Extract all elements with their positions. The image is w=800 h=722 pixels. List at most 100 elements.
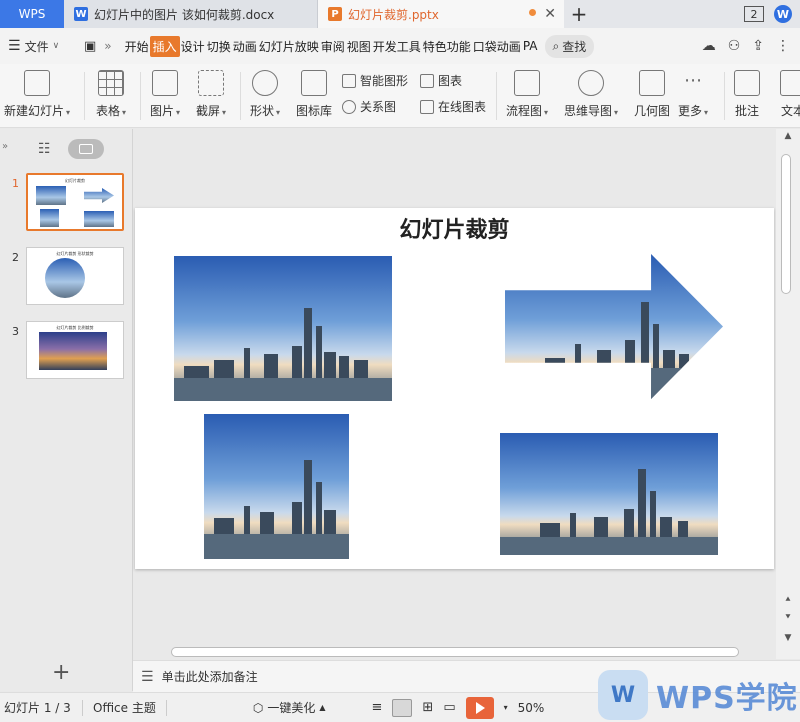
slide-thumbnail-1[interactable]: 1 幻灯片裁剪 bbox=[0, 173, 133, 233]
menu-pa[interactable]: PA bbox=[522, 39, 539, 53]
picture-button[interactable]: 图片 ▾ bbox=[150, 70, 180, 119]
beautify-icon: ⬡ bbox=[252, 700, 264, 715]
more-options-icon[interactable]: ⋮ bbox=[776, 38, 790, 54]
flowchart-icon bbox=[514, 70, 541, 96]
menu-view[interactable]: 视图 bbox=[346, 38, 372, 55]
menu-developer[interactable]: 开发工具 bbox=[372, 38, 422, 55]
vertical-scrollbar[interactable]: ▲ ⯅ ⯆ ▼ bbox=[776, 129, 800, 659]
table-button[interactable]: 表格 ▾ bbox=[96, 70, 126, 119]
slide-image-wide[interactable] bbox=[500, 433, 718, 555]
text-box-icon bbox=[780, 70, 800, 96]
horizontal-scrollbar[interactable] bbox=[133, 645, 776, 659]
tab-docx[interactable]: W 幻灯片中的图片 该如何裁剪.docx bbox=[64, 0, 318, 28]
menu-transition[interactable]: 切换 bbox=[206, 38, 232, 55]
caret-up-icon: ▲ bbox=[319, 703, 326, 712]
play-options-icon[interactable]: ▾ bbox=[504, 703, 508, 712]
relation-chart-icon bbox=[342, 99, 356, 114]
notes-placeholder[interactable]: 单击此处添加备注 bbox=[162, 668, 258, 685]
menu-slideshow[interactable]: 幻灯片放映 bbox=[258, 38, 320, 55]
online-chart-icon bbox=[420, 99, 434, 114]
geometry-icon bbox=[639, 70, 665, 96]
user-icon[interactable]: ⚇ bbox=[728, 38, 741, 54]
menu-design[interactable]: 设计 bbox=[180, 38, 206, 55]
relation-chart-button[interactable]: 关系图 bbox=[342, 98, 396, 115]
skyline-image bbox=[505, 254, 723, 399]
menu-home[interactable]: 开始 bbox=[124, 38, 150, 55]
new-slide-button[interactable]: 新建幻灯片 ▾ bbox=[4, 70, 70, 119]
online-chart-button[interactable]: 在线图表 bbox=[420, 98, 486, 115]
wps-home-tab[interactable]: WPS bbox=[0, 0, 64, 28]
text-button[interactable]: 文本 bbox=[780, 70, 800, 119]
more-label: 更多 bbox=[678, 104, 703, 118]
scroll-down-icon[interactable]: ▼ bbox=[776, 633, 800, 643]
outline-view-icon[interactable]: ☷ bbox=[38, 141, 51, 157]
chart-button[interactable]: 图表 bbox=[420, 72, 462, 89]
slide-thumbnail-3[interactable]: 3 幻灯片裁剪 比例裁剪 bbox=[0, 321, 133, 381]
menu-features[interactable]: 特色功能 bbox=[422, 38, 472, 55]
mindmap-button[interactable]: 思维导图 ▾ bbox=[564, 70, 618, 119]
menu-pocket-animation[interactable]: 口袋动画 bbox=[472, 38, 522, 55]
slide-thumbnail-panel: » ☷ 1 幻灯片裁剪 2 幻灯片裁剪 形状裁剪 3 幻灯片裁剪 比例裁剪 + bbox=[0, 129, 133, 691]
collapse-panel-icon[interactable]: » bbox=[2, 141, 8, 152]
vertical-scroll-thumb[interactable] bbox=[781, 154, 791, 294]
comment-button[interactable]: 批注 bbox=[734, 70, 760, 119]
menu-animation[interactable]: 动画 bbox=[232, 38, 258, 55]
cloud-sync-icon[interactable]: ☁ bbox=[702, 38, 716, 54]
slide-thumbnail-2[interactable]: 2 幻灯片裁剪 形状裁剪 bbox=[0, 247, 133, 307]
watermark-text: WPS学院 bbox=[656, 681, 798, 716]
shape-label: 形状 bbox=[250, 104, 275, 118]
slide-image-rectangle[interactable] bbox=[174, 256, 392, 401]
search-label: 查找 bbox=[562, 39, 587, 54]
slide-image-arrow[interactable] bbox=[505, 254, 723, 399]
comment-label: 批注 bbox=[734, 104, 759, 118]
search-icon: ⌕ bbox=[552, 38, 560, 53]
current-slide[interactable]: 幻灯片裁剪 bbox=[135, 208, 774, 569]
new-tab-button[interactable]: + bbox=[564, 0, 594, 28]
chevron-down-icon: ∨ bbox=[52, 41, 60, 51]
smart-art-icon bbox=[342, 73, 356, 88]
shape-button[interactable]: 形状 ▾ bbox=[250, 70, 280, 119]
unsaved-dot-icon bbox=[529, 9, 536, 16]
theme-name[interactable]: Office 主题 bbox=[93, 699, 156, 716]
share-icon[interactable]: ⇪ bbox=[752, 38, 764, 54]
close-tab-icon[interactable]: ✕ bbox=[544, 6, 556, 22]
more-button[interactable]: ⋯ 更多 ▾ bbox=[678, 70, 708, 119]
slide-title[interactable]: 幻灯片裁剪 bbox=[135, 212, 774, 244]
more-chevron-icon[interactable]: » bbox=[104, 39, 111, 53]
slide-image-square[interactable] bbox=[204, 414, 349, 559]
menu-review[interactable]: 审阅 bbox=[320, 38, 346, 55]
slide-view-icon bbox=[79, 144, 93, 154]
screenshot-button[interactable]: 截屏 ▾ bbox=[196, 70, 226, 119]
reading-view-icon[interactable]: ▭ bbox=[443, 700, 455, 715]
flowchart-button[interactable]: 流程图 ▾ bbox=[506, 70, 548, 119]
slide-view-toggle[interactable] bbox=[68, 139, 104, 159]
add-slide-button[interactable]: + bbox=[52, 660, 70, 685]
smart-art-button[interactable]: 智能图形 bbox=[342, 72, 408, 89]
thumbnail-title: 幻灯片裁剪 形状裁剪 bbox=[56, 251, 94, 256]
flowchart-label: 流程图 bbox=[506, 104, 543, 118]
horizontal-scroll-thumb[interactable] bbox=[171, 647, 739, 657]
tab-pptx[interactable]: P 幻灯片裁剪.pptx ✕ bbox=[318, 0, 564, 28]
icon-library-button[interactable]: 图标库 bbox=[296, 70, 332, 119]
geometry-button[interactable]: 几何图 bbox=[634, 70, 670, 119]
icon-library-icon bbox=[301, 70, 327, 96]
scroll-up-page-icon[interactable]: ⯅ bbox=[776, 595, 800, 605]
menu-insert[interactable]: 插入 bbox=[149, 35, 180, 57]
save-icon[interactable]: ▣ bbox=[84, 39, 96, 54]
scroll-up-icon[interactable]: ▲ bbox=[776, 131, 800, 141]
zoom-level[interactable]: 50% bbox=[518, 701, 545, 715]
file-menu[interactable]: ☰ 文件 ∨ bbox=[0, 38, 80, 55]
window-count-badge[interactable]: 2 bbox=[744, 6, 764, 22]
wps-account-icon[interactable]: W bbox=[774, 5, 792, 23]
play-slideshow-button[interactable] bbox=[465, 696, 494, 719]
scroll-down-page-icon[interactable]: ⯆ bbox=[776, 613, 800, 623]
grid-view-icon[interactable]: ⊞ bbox=[422, 700, 433, 715]
normal-view-icon[interactable] bbox=[392, 698, 413, 717]
align-options-icon[interactable]: ≡ bbox=[372, 700, 383, 715]
icon-library-label: 图标库 bbox=[296, 104, 333, 118]
search-button[interactable]: ⌕ 查找 bbox=[544, 34, 595, 58]
beautify-button[interactable]: ⬡ 一键美化 ▲ bbox=[253, 699, 326, 716]
title-bar: WPS W 幻灯片中的图片 该如何裁剪.docx P 幻灯片裁剪.pptx ✕ … bbox=[0, 0, 800, 28]
thumbnail-title: 幻灯片裁剪 比例裁剪 bbox=[56, 325, 94, 330]
wps-academy-watermark: W WPS学院 bbox=[598, 668, 800, 722]
